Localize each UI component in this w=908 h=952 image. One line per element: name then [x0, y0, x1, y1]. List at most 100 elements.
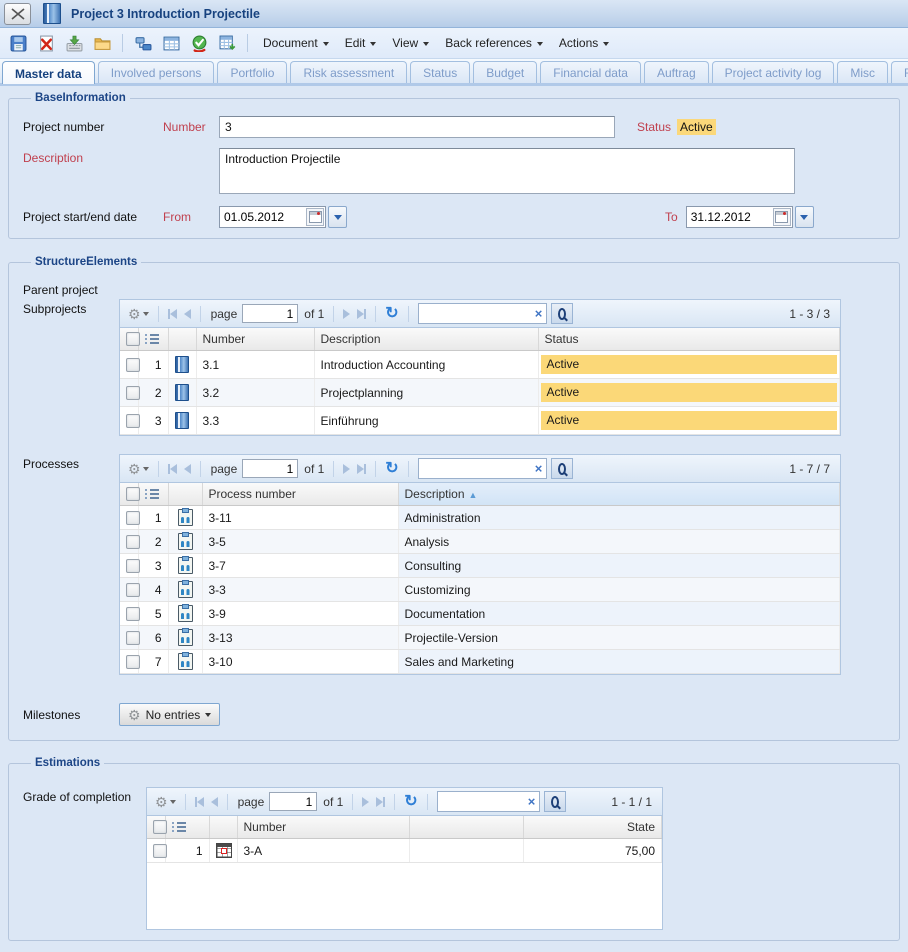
save-icon[interactable] [6, 31, 30, 55]
select-all-header[interactable] [147, 816, 165, 839]
open-folder-icon[interactable] [90, 31, 114, 55]
process-icon[interactable] [178, 653, 193, 670]
clear-search-button[interactable]: × [531, 306, 547, 321]
close-button[interactable] [4, 3, 31, 25]
last-page-button[interactable] [355, 308, 368, 320]
select-all-header[interactable] [120, 483, 138, 506]
process-icon[interactable] [178, 605, 193, 622]
to-calendar-button[interactable] [773, 208, 791, 226]
approve-icon[interactable] [187, 31, 211, 55]
select-all-checkbox[interactable] [126, 332, 140, 346]
row-checkbox[interactable] [126, 607, 140, 621]
menu-document[interactable]: Document [256, 33, 336, 53]
grid-search-input[interactable] [419, 462, 531, 476]
prev-page-button[interactable] [182, 463, 193, 475]
column-header-description-sorted[interactable]: Description▲ [398, 483, 840, 506]
select-all-checkbox[interactable] [153, 820, 167, 834]
next-page-button[interactable] [341, 463, 352, 475]
refresh-button[interactable]: ↻ [402, 793, 419, 811]
clear-search-button[interactable]: × [531, 461, 547, 476]
first-page-button[interactable] [166, 463, 179, 475]
process-icon[interactable] [178, 557, 193, 574]
row-checkbox[interactable] [126, 358, 140, 372]
next-page-button[interactable] [360, 796, 371, 808]
tab-risk-assessment[interactable]: Risk assessment [290, 61, 407, 83]
grid-search-input[interactable] [419, 307, 531, 321]
to-date-input[interactable] [687, 210, 773, 224]
number-input[interactable] [219, 116, 615, 138]
description-input[interactable]: Introduction Projectile [219, 148, 795, 194]
table-icon[interactable] [159, 31, 183, 55]
row-checkbox[interactable] [126, 631, 140, 645]
row-checkbox[interactable] [153, 844, 167, 858]
tab-project-activity-log[interactable]: Project activity log [712, 61, 835, 83]
hierarchy-icon[interactable] [131, 31, 155, 55]
column-header-state[interactable]: State [523, 816, 662, 839]
column-header-status[interactable]: Status [538, 328, 840, 351]
row-checkbox[interactable] [126, 535, 140, 549]
milestones-no-entries-button[interactable]: ⚙ No entries [119, 703, 220, 726]
clear-search-button[interactable]: × [524, 794, 540, 809]
column-header-number[interactable]: Number [196, 328, 314, 351]
import-icon[interactable] [62, 31, 86, 55]
refresh-button[interactable]: ↻ [383, 460, 400, 478]
row-checkbox[interactable] [126, 386, 140, 400]
grid-settings-button[interactable]: ⚙ [126, 306, 151, 322]
select-all-checkbox[interactable] [126, 487, 140, 501]
estimation-icon[interactable] [216, 843, 232, 858]
menu-view[interactable]: View [385, 33, 436, 53]
row-checkbox[interactable] [126, 559, 140, 573]
page-input[interactable] [242, 304, 298, 323]
column-header-empty[interactable] [409, 816, 523, 839]
select-all-header[interactable] [120, 328, 138, 351]
next-page-button[interactable] [341, 308, 352, 320]
tab-portfolio[interactable]: Portfolio [217, 61, 287, 83]
search-button[interactable] [544, 791, 566, 812]
subproject-icon[interactable] [175, 356, 189, 373]
tab-master-data[interactable]: Master data [2, 61, 95, 84]
refresh-button[interactable]: ↻ [383, 305, 400, 323]
column-header-process-number[interactable]: Process number [202, 483, 398, 506]
to-date-dropdown[interactable] [795, 206, 814, 228]
tab-r-ckverweise[interactable]: Rückverweise [891, 61, 908, 83]
menu-back-references[interactable]: Back references [438, 33, 550, 53]
delete-icon[interactable] [34, 31, 58, 55]
prev-page-button[interactable] [182, 308, 193, 320]
first-page-button[interactable] [166, 308, 179, 320]
process-icon[interactable] [178, 629, 193, 646]
from-date-input[interactable] [220, 210, 306, 224]
row-checkbox[interactable] [126, 414, 140, 428]
row-checkbox[interactable] [126, 583, 140, 597]
subproject-icon[interactable] [175, 412, 189, 429]
column-header-number[interactable]: Number [237, 816, 409, 839]
first-page-button[interactable] [193, 796, 206, 808]
page-input[interactable] [242, 459, 298, 478]
process-icon[interactable] [178, 533, 193, 550]
last-page-button[interactable] [374, 796, 387, 808]
row-checkbox[interactable] [126, 655, 140, 669]
page-input[interactable] [269, 792, 317, 811]
subproject-icon[interactable] [175, 384, 189, 401]
grid-search-input[interactable] [438, 795, 524, 809]
tab-financial-data[interactable]: Financial data [540, 61, 641, 83]
menu-edit[interactable]: Edit [338, 33, 384, 53]
grid-settings-button[interactable]: ⚙ [153, 794, 178, 810]
search-button[interactable] [551, 458, 573, 479]
tab-involved-persons[interactable]: Involved persons [98, 61, 215, 83]
prev-page-button[interactable] [209, 796, 220, 808]
from-calendar-button[interactable] [306, 208, 324, 226]
search-button[interactable] [551, 303, 573, 324]
row-checkbox[interactable] [126, 511, 140, 525]
from-date-dropdown[interactable] [328, 206, 347, 228]
tab-auftrag[interactable]: Auftrag [644, 61, 709, 83]
tab-budget[interactable]: Budget [473, 61, 537, 83]
table-export-icon[interactable] [215, 31, 239, 55]
tab-status[interactable]: Status [410, 61, 470, 83]
process-icon[interactable] [178, 509, 193, 526]
column-header-description[interactable]: Description [314, 328, 538, 351]
grid-settings-button[interactable]: ⚙ [126, 461, 151, 477]
last-page-button[interactable] [355, 463, 368, 475]
process-icon[interactable] [178, 581, 193, 598]
menu-actions[interactable]: Actions [552, 33, 616, 53]
tab-misc[interactable]: Misc [837, 61, 888, 83]
